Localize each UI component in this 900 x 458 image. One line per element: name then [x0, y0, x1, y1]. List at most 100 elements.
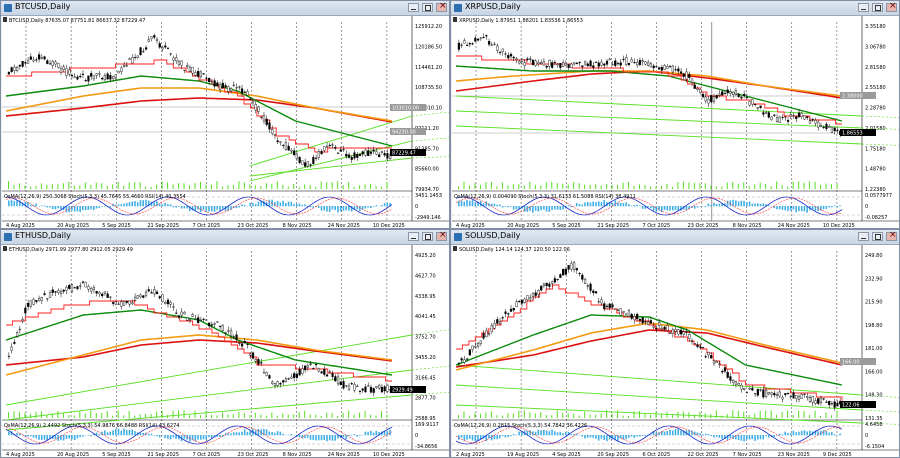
candle-body — [10, 346, 13, 351]
maximize-button[interactable] — [872, 232, 883, 241]
window-titlebar[interactable]: ETHUSD,Daily — [1, 230, 449, 245]
price-tag-label: 103010.00 — [392, 106, 419, 112]
chart-window-ethusd[interactable]: ETHUSD,Daily 4925.20 4627.70 4338.95 4041.4… — [0, 229, 450, 458]
close-button[interactable] — [886, 230, 897, 241]
osma-histogram-bar — [746, 202, 748, 207]
candle-body — [386, 384, 389, 392]
chart-ohlc-header: XRPUSD,Daily 1.87951 1.88201 1.83536 1.8… — [459, 18, 583, 24]
window-titlebar[interactable]: BTCUSD,Daily — [1, 1, 449, 16]
candle-body — [383, 153, 386, 156]
maximize-button[interactable] — [422, 3, 433, 12]
candle-body — [109, 75, 112, 80]
osma-histogram-bar — [208, 206, 210, 212]
candle-body — [37, 298, 41, 302]
candle-body — [169, 53, 172, 55]
minimize-button[interactable] — [858, 232, 869, 241]
candle-body — [795, 116, 798, 119]
osma-histogram-bar — [496, 435, 498, 440]
window-titlebar[interactable]: SOLUSD,Daily — [451, 230, 899, 245]
candle-body — [611, 64, 614, 66]
osma-histogram-bar — [707, 203, 710, 207]
minimize-button[interactable] — [858, 3, 869, 12]
candle-body — [301, 368, 304, 374]
candle-body — [833, 127, 836, 132]
volume-bar — [29, 413, 31, 418]
candle-body — [84, 281, 87, 288]
indicator-axis-label: 0 — [415, 204, 418, 210]
volume-bar — [167, 415, 169, 418]
chart-window-solusd[interactable]: SOLUSD,Daily 249.80 232.90 215.90 198.80 181… — [450, 229, 900, 458]
volume-bar — [666, 411, 668, 418]
close-button[interactable] — [436, 230, 447, 241]
candle-body — [112, 76, 115, 79]
maximize-button[interactable] — [872, 3, 883, 12]
candle-body — [501, 48, 504, 52]
candle-body — [529, 58, 532, 60]
volume-bar — [534, 184, 536, 189]
chart-canvas[interactable]: 125912.20 120186.50 114461.20 108735.50 1030… — [2, 16, 450, 229]
chart-area[interactable]: 3.35180 3.06780 2.81580 2.55180 2.28780 2.015… — [452, 16, 900, 229]
volume-bar — [35, 411, 37, 418]
candle-body — [353, 384, 356, 391]
candle-body — [518, 301, 521, 303]
chart-window-xrpusd[interactable]: XRPUSD,Daily 3.35180 3.06780 2.81580 2.5518… — [450, 0, 900, 229]
chart-area[interactable]: 125912.20 120186.50 114461.20 108735.50 1030… — [2, 16, 450, 229]
candle-body — [526, 295, 529, 301]
candle-body — [117, 303, 120, 305]
osma-histogram-bar — [789, 206, 792, 211]
candle-body — [797, 396, 801, 400]
osma-histogram-bar — [762, 203, 765, 207]
osma-histogram-bar — [219, 435, 221, 438]
chart-area[interactable]: 4925.20 4627.70 4338.95 4041.45 3752.70 3455.… — [2, 245, 450, 458]
candle-body — [608, 303, 611, 309]
osma-histogram-bar — [205, 435, 208, 440]
volume-bar — [348, 182, 350, 189]
chart-window-btcusd[interactable]: BTCUSD,Daily 125912.20 120186.50 114461.20… — [0, 0, 450, 229]
candle-body — [142, 50, 145, 52]
osma-histogram-bar — [328, 435, 331, 441]
candle-body — [375, 151, 378, 155]
osma-histogram-bar — [109, 431, 112, 436]
candle-body — [677, 68, 680, 72]
osma-histogram-bar — [386, 202, 389, 207]
candle-body — [529, 297, 532, 300]
osma-histogram-bar — [515, 206, 518, 210]
time-axis-label: 4 Aug 2025 — [6, 452, 35, 458]
candle-body — [18, 328, 21, 331]
volume-bar — [139, 414, 141, 418]
osma-histogram-bar — [537, 429, 540, 436]
candle-body — [671, 329, 674, 334]
price-axis-label: 1.75180 — [865, 146, 886, 152]
minimize-button[interactable] — [408, 3, 419, 12]
maximize-button[interactable] — [422, 232, 433, 241]
minimize-button[interactable] — [408, 232, 419, 241]
chart-canvas[interactable]: 4925.20 4627.70 4338.95 4041.45 3752.70 3455.… — [2, 245, 450, 458]
chart-area[interactable]: 249.80 232.90 215.90 198.80 181.00 166.00 148.… — [452, 245, 900, 458]
volume-bar — [567, 184, 569, 189]
osma-histogram-bar — [298, 435, 301, 438]
osma-histogram-bar — [781, 434, 784, 436]
volume-bar — [156, 184, 158, 189]
chart-canvas[interactable]: 249.80 232.90 215.90 198.80 181.00 166.00 148.… — [452, 245, 900, 458]
candle-body — [471, 345, 474, 350]
osma-histogram-bar — [172, 206, 175, 208]
osma-histogram-bar — [43, 205, 46, 207]
close-button[interactable] — [886, 1, 897, 12]
candle-body — [800, 393, 803, 399]
indicator-header-label: OsMA(12,26,9) 250.3068 Stoch(5,3,3) 45.7… — [4, 194, 186, 200]
chart-canvas[interactable]: 3.351803.067802.815802.551802.287802.015… — [452, 16, 900, 229]
osma-histogram-bar — [57, 206, 59, 209]
candle-body — [317, 368, 320, 372]
osma-histogram-bar — [554, 431, 556, 436]
window-titlebar[interactable]: XRPUSD,Daily — [451, 1, 899, 16]
volume-bar — [298, 412, 300, 418]
osma-histogram-bar — [699, 433, 701, 436]
candle-body — [51, 289, 54, 293]
candle-body — [133, 57, 137, 59]
volume-bar — [123, 415, 125, 418]
candle-body — [112, 302, 115, 304]
osma-histogram-bar — [158, 435, 161, 438]
osma-histogram-bar — [666, 206, 669, 211]
candle-body — [235, 87, 238, 89]
close-button[interactable] — [436, 1, 447, 12]
